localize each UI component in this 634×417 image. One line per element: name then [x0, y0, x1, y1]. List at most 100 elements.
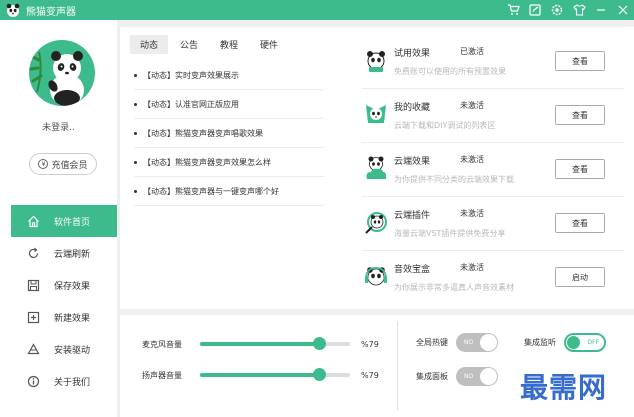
panda-favorite-icon [364, 101, 388, 127]
bullet [134, 189, 137, 193]
news-title: 【动态】认准官网正版应用 [143, 99, 239, 109]
bullet [134, 131, 137, 135]
avatar[interactable] [29, 40, 95, 106]
view-favorites-button[interactable]: 查看 [555, 105, 605, 125]
integrated-panel-row: 集成面板 NO [416, 367, 498, 386]
mic-volume-fill [200, 342, 319, 346]
toggle-state: OFF [587, 339, 599, 346]
news-item[interactable]: 【动态】熊猫变声器变声效果怎么样 [134, 148, 324, 177]
save-icon [26, 278, 40, 292]
view-cloud-plugin-button[interactable]: 查看 [555, 213, 605, 233]
sidebar-item-about-us[interactable]: 关于我们 [11, 365, 117, 397]
skin-icon[interactable] [572, 3, 586, 17]
speaker-volume-knob[interactable] [312, 368, 326, 381]
feature-row-cloud-effect: 云端效果 未激活 为你提供不同分类的云端效果下载 查看 [362, 143, 624, 197]
feature-desc: 免费账可以使用的所有预置效果 [394, 67, 506, 76]
panda-avatar-icon [29, 51, 84, 106]
close-icon[interactable] [616, 3, 630, 17]
toggle-state: NO [464, 339, 474, 346]
panda-soundbox-icon [364, 263, 388, 289]
speaker-volume-fill [200, 373, 319, 377]
sidebar-item-save-effect[interactable]: 保存效果 [11, 269, 117, 301]
feature-list: 试用效果 已激活 免费账可以使用的所有预置效果 查看 我的收藏 未激活 云端下载… [362, 35, 624, 305]
bullet [134, 102, 137, 106]
feature-row-cloud-plugin: 云端插件 未激活 海量云端VST插件提供免费分享 查看 [362, 197, 624, 251]
speaker-volume-label: 扬声器音量 [142, 370, 182, 380]
feature-desc: 为你提供不同分类的云端效果下载 [394, 175, 514, 184]
feature-status: 未激活 [460, 101, 484, 110]
settings-icon[interactable] [550, 3, 564, 17]
bullet [134, 160, 137, 164]
view-cloud-effect-button[interactable]: 查看 [555, 159, 605, 179]
sidebar-item-label: 安装驱动 [54, 345, 91, 356]
watermark: 最需网 [520, 371, 608, 404]
news-title: 【动态】实时变声效果展示 [143, 70, 239, 80]
sidebar-item-home[interactable]: 软件首页 [11, 205, 117, 237]
add-icon [26, 310, 40, 324]
bullet [134, 73, 137, 77]
sidebar-item-label: 关于我们 [54, 377, 91, 388]
tab-announcement[interactable]: 公告 [170, 35, 208, 54]
feature-status: 已激活 [460, 47, 484, 56]
news-item[interactable]: 【动态】熊猫变声器与一键变声哪个好 [134, 177, 324, 206]
home-icon [26, 214, 40, 228]
sidebar-item-label: 云端刷新 [54, 249, 91, 260]
speaker-volume-row: 扬声器音量 %79 [142, 368, 379, 382]
sidebar-item-install-driver[interactable]: 安装驱动 [11, 333, 117, 365]
news-list: 【动态】实时变声效果展示 【动态】认准官网正版应用 【动态】熊猫变声器变声唱歌效… [134, 61, 324, 206]
news-title: 【动态】熊猫变声器变声唱歌效果 [143, 128, 263, 138]
news-item[interactable]: 【动态】实时变声效果展示 [134, 61, 324, 90]
divider [397, 321, 398, 411]
sidebar-nav: 软件首页 云端刷新 保存效果 新建效果 安装驱动 关于我们 [11, 205, 117, 397]
feature-status: 未激活 [460, 209, 484, 218]
integrated-monitor-label: 集成监听 [524, 338, 556, 347]
launch-sound-box-button[interactable]: 启动 [555, 267, 605, 287]
toggle-knob [567, 336, 580, 349]
sidebar-item-new-effect[interactable]: 新建效果 [11, 301, 117, 333]
news-item[interactable]: 【动态】认准官网正版应用 [134, 90, 324, 119]
news-title: 【动态】熊猫变声器变声效果怎么样 [143, 157, 271, 167]
toggle-knob [480, 368, 497, 385]
info-icon [26, 374, 40, 388]
sidebar-item-label: 新建效果 [54, 313, 91, 324]
mic-volume-label: 麦克风音量 [142, 339, 182, 349]
mic-volume-row: 麦克风音量 %79 [142, 337, 379, 351]
mic-volume-slider[interactable] [200, 337, 350, 350]
panda-trial-icon [364, 47, 388, 73]
feature-status: 未激活 [460, 155, 484, 164]
feature-desc: 海量云端VST插件提供免费分享 [394, 229, 506, 238]
view-trial-button[interactable]: 查看 [555, 51, 605, 71]
feature-name: 云端效果 [394, 157, 431, 167]
recharge-vip-button[interactable]: ¥ 充值会员 [29, 153, 97, 175]
integrated-monitor-toggle[interactable]: OFF [564, 333, 606, 352]
integrated-panel-label: 集成面板 [416, 372, 448, 381]
mic-volume-knob[interactable] [312, 337, 326, 350]
global-hotkey-row: 全局热键 NO [416, 333, 498, 352]
cart-icon[interactable] [506, 3, 520, 17]
integrated-panel-toggle[interactable]: NO [456, 367, 498, 386]
sidebar-item-cloud-refresh[interactable]: 云端刷新 [11, 237, 117, 269]
sidebar-item-label: 保存效果 [54, 281, 91, 292]
tab-news[interactable]: 动态 [130, 35, 169, 54]
title-bar: 熊猫变声器 [0, 0, 634, 20]
speaker-volume-value: %79 [361, 370, 379, 380]
feature-desc: 为你展示非常多逼真人声音效素材 [394, 283, 514, 292]
news-title: 【动态】熊猫变声器与一键变声哪个好 [143, 186, 279, 196]
panda-logo-icon [4, 1, 22, 19]
edit-icon[interactable] [528, 3, 542, 17]
feature-status: 未激活 [460, 263, 484, 272]
news-tabs: 动态 公告 教程 硬件 [130, 35, 290, 54]
news-item[interactable]: 【动态】熊猫变声器变声唱歌效果 [134, 119, 324, 148]
login-status[interactable]: 未登录.. [0, 120, 117, 133]
feature-name: 云端插件 [394, 211, 431, 221]
feature-desc: 云端下载和DIY调试的列表区 [394, 121, 496, 130]
feature-row-trial: 试用效果 已激活 免费账可以使用的所有预置效果 查看 [362, 35, 624, 89]
feature-name: 音效宝盒 [394, 265, 431, 275]
tab-tutorial[interactable]: 教程 [210, 35, 248, 54]
minimize-icon[interactable] [594, 3, 608, 17]
tab-hardware[interactable]: 硬件 [250, 35, 288, 54]
feature-row-sound-box: 音效宝盒 未激活 为你展示非常多逼真人声音效素材 启动 [362, 251, 624, 305]
app-title: 熊猫变声器 [26, 6, 76, 18]
speaker-volume-slider[interactable] [200, 368, 350, 381]
global-hotkey-toggle[interactable]: NO [456, 333, 498, 352]
